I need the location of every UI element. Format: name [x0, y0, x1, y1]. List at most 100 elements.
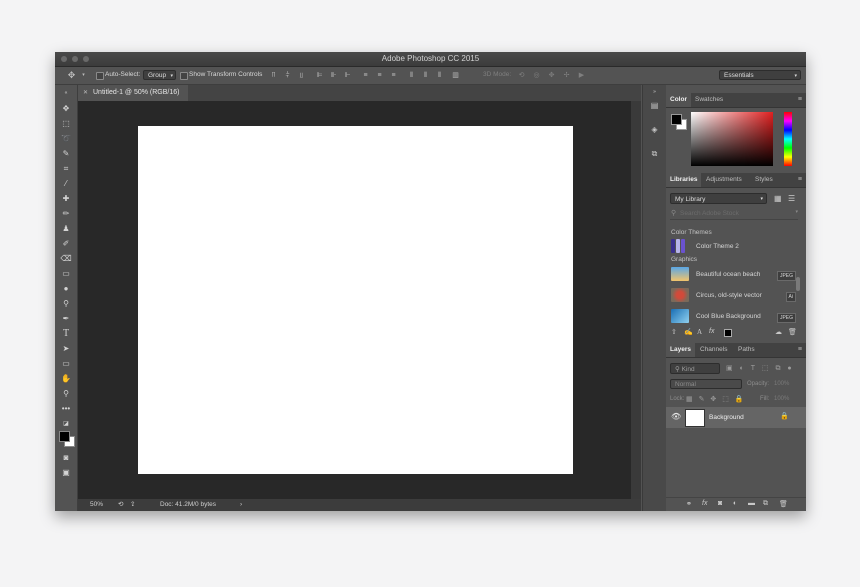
foreground-color-swatch[interactable]: [59, 431, 70, 442]
close-icon[interactable]: ✕: [83, 85, 88, 101]
align-left-icon[interactable]: ⊫: [315, 71, 324, 80]
add-layer-style-icon[interactable]: fx: [709, 328, 714, 335]
panel-menu-icon[interactable]: ≡: [798, 176, 802, 183]
document-tab[interactable]: ✕ Untitled-1 @ 50% (RGB/16): [78, 85, 188, 101]
lock-all-icon[interactable]: 🔒: [735, 396, 744, 403]
collapse-arrows-icon[interactable]: «: [60, 87, 72, 99]
show-transform-checkbox[interactable]: [180, 72, 188, 80]
auto-select-checkbox[interactable]: [96, 72, 104, 80]
auto-align-icon[interactable]: ▥: [451, 71, 460, 80]
filter-toggle-icon[interactable]: ●: [787, 365, 791, 372]
chevron-down-icon[interactable]: ▾: [795, 209, 798, 215]
workspace-dropdown[interactable]: Essentials ▾: [719, 70, 801, 80]
pen-tool-icon[interactable]: ✒: [60, 313, 72, 325]
distribute-right-icon[interactable]: ⫴: [435, 71, 444, 80]
lasso-tool-icon[interactable]: ➰: [60, 133, 72, 145]
blend-mode-dropdown[interactable]: Normal: [670, 379, 742, 389]
document-canvas[interactable]: [138, 126, 573, 474]
clone-stamp-tool-icon[interactable]: ♟: [60, 223, 72, 235]
vertical-scrollbar[interactable]: [631, 101, 641, 499]
foreground-color-swatch[interactable]: [671, 114, 682, 125]
tab-swatches[interactable]: Swatches: [691, 93, 727, 107]
tab-color[interactable]: Color: [666, 93, 691, 107]
layer-mask-icon[interactable]: ◙: [718, 500, 722, 507]
zoom-tool-icon[interactable]: ⚲: [60, 388, 72, 400]
chevron-right-icon[interactable]: ›: [240, 499, 242, 511]
rectangle-tool-icon[interactable]: ▭: [60, 358, 72, 370]
add-color-icon[interactable]: [724, 329, 732, 337]
3d-orbit-icon[interactable]: ⟲: [517, 71, 526, 80]
adjustment-layer-icon[interactable]: ◐: [733, 500, 737, 507]
distribute-hcenter-icon[interactable]: ⫴: [421, 71, 430, 80]
hand-tool-icon[interactable]: ✋: [60, 373, 72, 385]
shape-filter-icon[interactable]: ⬚: [762, 365, 769, 372]
opacity-value[interactable]: 100%: [774, 381, 789, 387]
hue-slider[interactable]: [784, 112, 792, 166]
quick-selection-tool-icon[interactable]: ✎: [60, 148, 72, 160]
graphic-item[interactable]: Cool Blue Background JPEG: [671, 309, 796, 325]
list-view-icon[interactable]: ☰: [788, 194, 795, 203]
tab-styles[interactable]: Styles: [751, 173, 777, 187]
panel-menu-icon[interactable]: ≡: [798, 96, 802, 103]
history-panel-icon[interactable]: ▤: [649, 100, 660, 111]
tab-channels[interactable]: Channels: [696, 343, 731, 357]
type-tool-icon[interactable]: T: [60, 328, 72, 340]
library-dropdown[interactable]: My Library ▾: [670, 193, 767, 204]
dodge-tool-icon[interactable]: ⚲: [60, 298, 72, 310]
history-brush-tool-icon[interactable]: ✐: [60, 238, 72, 250]
auto-select-target-dropdown[interactable]: Group ▾: [143, 70, 176, 80]
path-selection-tool-icon[interactable]: ➤: [60, 343, 72, 355]
zoom-level[interactable]: 50%: [90, 499, 103, 511]
stock-search-input[interactable]: ⚲ Search Adobe Stock ▾: [670, 208, 798, 220]
align-horizontal-center-icon[interactable]: ⊪: [329, 71, 338, 80]
creative-cloud-icon[interactable]: ☁: [775, 328, 782, 336]
distribute-bottom-icon[interactable]: ≡: [389, 71, 398, 80]
layer-style-icon[interactable]: fx: [702, 500, 707, 507]
smart-object-filter-icon[interactable]: ⧉: [775, 365, 780, 372]
type-filter-icon[interactable]: T: [751, 365, 755, 372]
crop-tool-icon[interactable]: ⌗: [60, 163, 72, 175]
upload-icon[interactable]: ⇧: [671, 328, 677, 336]
brush-tool-icon[interactable]: ✏: [60, 208, 72, 220]
align-vertical-center-icon[interactable]: ⫩: [283, 71, 292, 80]
default-colors-icon[interactable]: ◪ ⇆: [60, 418, 72, 439]
eyedropper-tool-icon[interactable]: ⁄: [60, 178, 72, 190]
expand-arrows-icon[interactable]: »: [649, 87, 660, 98]
brush-add-icon[interactable]: ✍: [684, 328, 693, 336]
layer-row[interactable]: 👁 Background 🔒: [666, 407, 806, 428]
align-bottom-icon[interactable]: ⫫: [297, 71, 306, 80]
gradient-tool-icon[interactable]: ▭: [60, 268, 72, 280]
spot-healing-tool-icon[interactable]: ✚: [60, 193, 72, 205]
3d-slide-icon[interactable]: ✢: [562, 71, 571, 80]
color-theme-item[interactable]: Color Theme 2: [671, 239, 796, 255]
3d-scale-icon[interactable]: ▶: [577, 71, 586, 80]
trash-icon[interactable]: 🗑: [788, 328, 797, 336]
rotate-view-icon[interactable]: ⟲: [118, 499, 123, 511]
add-text-style-icon[interactable]: A: [697, 328, 702, 336]
lock-position-icon[interactable]: ✥: [710, 396, 716, 403]
panel-menu-icon[interactable]: ≡: [798, 346, 802, 353]
distribute-center-icon[interactable]: ≡: [375, 71, 384, 80]
tab-libraries[interactable]: Libraries: [666, 173, 702, 187]
blur-tool-icon[interactable]: ●: [60, 283, 72, 295]
align-top-icon[interactable]: ⫪: [269, 71, 278, 80]
chevron-down-icon[interactable]: ▾: [79, 71, 88, 80]
fill-value[interactable]: 100%: [774, 396, 789, 402]
rectangular-marquee-tool-icon[interactable]: ⬚: [60, 118, 72, 130]
screen-mode-icon[interactable]: ▣: [60, 467, 72, 479]
quick-mask-icon[interactable]: ◙: [60, 452, 72, 464]
lock-pixels-icon[interactable]: ✎: [699, 396, 705, 403]
graphic-item[interactable]: Circus, old-style vector Ai: [671, 288, 796, 304]
share-icon[interactable]: ⇪: [130, 499, 135, 511]
move-tool-icon[interactable]: ✥: [60, 103, 72, 115]
more-tools-icon[interactable]: •••: [60, 403, 72, 415]
tab-adjustments[interactable]: Adjustments: [702, 173, 746, 187]
properties-panel-icon[interactable]: ◈: [649, 124, 660, 135]
move-tool-icon[interactable]: ✥: [67, 71, 76, 80]
tab-paths[interactable]: Paths: [734, 343, 759, 357]
distribute-left-icon[interactable]: ⫴: [407, 71, 416, 80]
color-picker-field[interactable]: [691, 112, 773, 166]
tab-layers[interactable]: Layers: [666, 343, 695, 357]
pixel-filter-icon[interactable]: ▣: [726, 365, 733, 372]
3d-pan-icon[interactable]: ✥: [547, 71, 556, 80]
